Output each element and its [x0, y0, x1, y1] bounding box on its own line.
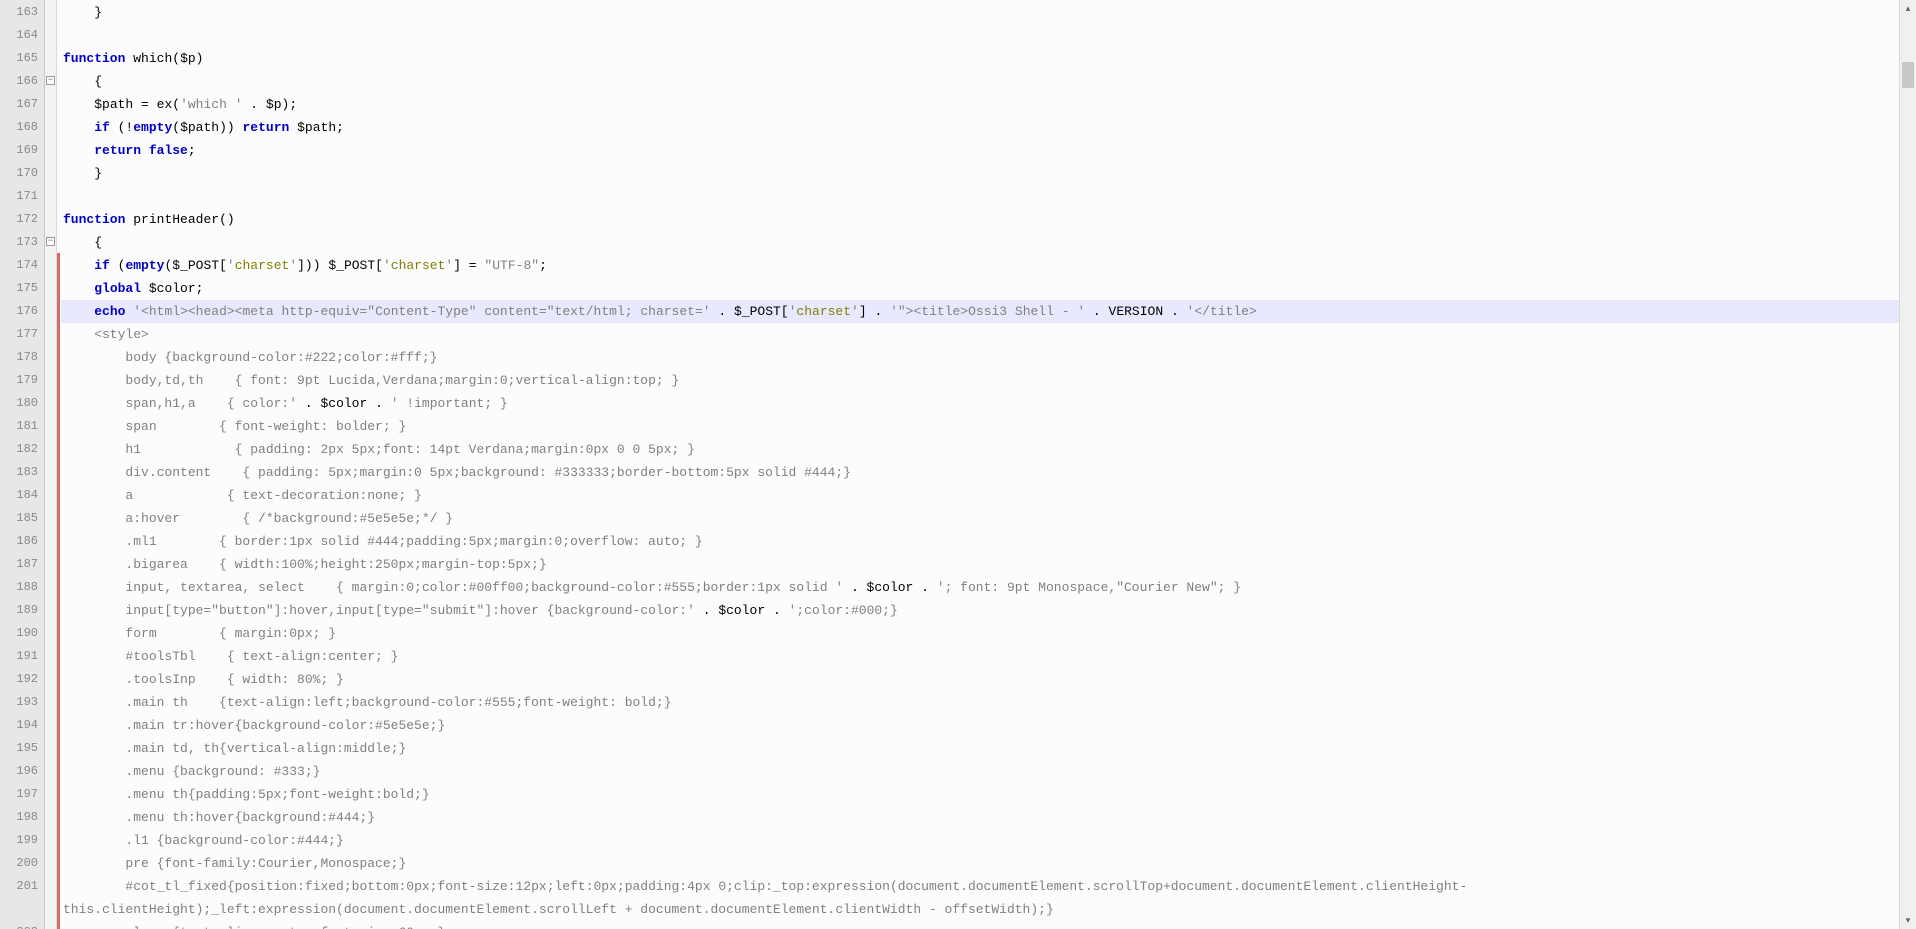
line-number: 168	[0, 116, 44, 139]
line-number: 184	[0, 484, 44, 507]
code-line[interactable]: function printHeader()	[61, 208, 1899, 231]
code-line[interactable]: .menu th:hover{background:#444;}	[61, 806, 1899, 829]
line-number: 198	[0, 806, 44, 829]
code-line[interactable]: .l1 {background-color:#444;}	[61, 829, 1899, 852]
code-line[interactable]: .ml1 { border:1px solid #444;padding:5px…	[61, 530, 1899, 553]
code-line[interactable]: .menu {background: #333;}	[61, 760, 1899, 783]
code-line[interactable]: }	[61, 1, 1899, 24]
line-number: 164	[0, 24, 44, 47]
line-number: 179	[0, 369, 44, 392]
line-number: 201	[0, 875, 44, 921]
line-number: 173	[0, 231, 44, 254]
line-number: 197	[0, 783, 44, 806]
code-line[interactable]: input[type="button"]:hover,input[type="s…	[61, 599, 1899, 622]
code-line[interactable]: .menu th{padding:5px;font-weight:bold;}	[61, 783, 1899, 806]
code-line[interactable]: }	[61, 162, 1899, 185]
code-line[interactable]: span { font-weight: bolder; }	[61, 415, 1899, 438]
line-number: 185	[0, 507, 44, 530]
code-content[interactable]: } function which($p) { $path = ex('which …	[61, 0, 1899, 929]
line-number: 196	[0, 760, 44, 783]
change-marker	[57, 253, 60, 929]
line-number: 178	[0, 346, 44, 369]
line-number: 183	[0, 461, 44, 484]
vertical-scrollbar[interactable]: ▴ ▾	[1899, 0, 1916, 929]
scroll-up-button[interactable]: ▴	[1900, 0, 1916, 17]
line-number: 165	[0, 47, 44, 70]
line-number: 175	[0, 277, 44, 300]
line-number: 193	[0, 691, 44, 714]
code-line[interactable]: .toolsInp { width: 80%; }	[61, 668, 1899, 691]
line-number: 170	[0, 162, 44, 185]
code-line[interactable]	[61, 24, 1899, 47]
code-line[interactable]: body,td,th { font: 9pt Lucida,Verdana;ma…	[61, 369, 1899, 392]
line-number: 188	[0, 576, 44, 599]
line-number: 195	[0, 737, 44, 760]
code-line[interactable]: div.content { padding: 5px;margin:0 5px;…	[61, 461, 1899, 484]
code-line[interactable]: .logo {text-align:center;font-size:60px;…	[61, 921, 1899, 929]
line-number: 176	[0, 300, 44, 323]
code-line[interactable]: #cot_tl_fixed{position:fixed;bottom:0px;…	[61, 875, 1899, 921]
code-line[interactable]: {	[61, 70, 1899, 93]
scroll-down-button[interactable]: ▾	[1900, 912, 1916, 929]
fold-column[interactable]: −−	[45, 0, 57, 929]
line-number: 181	[0, 415, 44, 438]
code-line[interactable]: $path = ex('which ' . $p);	[61, 93, 1899, 116]
code-line[interactable]: form { margin:0px; }	[61, 622, 1899, 645]
code-line[interactable]: .main tr:hover{background-color:#5e5e5e;…	[61, 714, 1899, 737]
line-number: 189	[0, 599, 44, 622]
line-number: 169	[0, 139, 44, 162]
code-line[interactable]	[61, 185, 1899, 208]
scroll-thumb[interactable]	[1902, 62, 1914, 88]
line-number: 182	[0, 438, 44, 461]
line-number: 194	[0, 714, 44, 737]
code-line[interactable]: if (empty($_POST['charset'])) $_POST['ch…	[61, 254, 1899, 277]
code-line[interactable]: echo '<html><head><meta http-equiv="Cont…	[61, 300, 1899, 323]
line-number: 190	[0, 622, 44, 645]
line-number: 180	[0, 392, 44, 415]
line-number: 192	[0, 668, 44, 691]
code-line[interactable]: .bigarea { width:100%;height:250px;margi…	[61, 553, 1899, 576]
code-line[interactable]: .main th {text-align:left;background-col…	[61, 691, 1899, 714]
code-line[interactable]: h1 { padding: 2px 5px;font: 14pt Verdana…	[61, 438, 1899, 461]
code-line[interactable]: body {background-color:#222;color:#fff;}	[61, 346, 1899, 369]
code-line[interactable]: if (!empty($path)) return $path;	[61, 116, 1899, 139]
code-line[interactable]: span,h1,a { color:' . $color . ' !import…	[61, 392, 1899, 415]
line-number: 186	[0, 530, 44, 553]
code-line[interactable]: global $color;	[61, 277, 1899, 300]
line-number: 199	[0, 829, 44, 852]
code-line[interactable]: .main td, th{vertical-align:middle;}	[61, 737, 1899, 760]
fold-toggle-icon[interactable]: −	[46, 76, 55, 85]
line-number: 200	[0, 852, 44, 875]
line-number: 191	[0, 645, 44, 668]
line-number: 172	[0, 208, 44, 231]
line-number: 171	[0, 185, 44, 208]
line-number: 202	[0, 921, 44, 929]
fold-toggle-icon[interactable]: −	[46, 237, 55, 246]
code-line[interactable]: input, textarea, select { margin:0;color…	[61, 576, 1899, 599]
line-number: 163	[0, 1, 44, 24]
code-line[interactable]: a { text-decoration:none; }	[61, 484, 1899, 507]
line-number: 177	[0, 323, 44, 346]
line-number: 174	[0, 254, 44, 277]
code-line[interactable]: a:hover { /*background:#5e5e5e;*/ }	[61, 507, 1899, 530]
line-number: 167	[0, 93, 44, 116]
line-number-gutter[interactable]: 1631641651661671681691701711721731741751…	[0, 0, 45, 929]
code-line[interactable]: pre {font-family:Courier,Monospace;}	[61, 852, 1899, 875]
code-editor: 1631641651661671681691701711721731741751…	[0, 0, 1916, 929]
line-number: 166	[0, 70, 44, 93]
code-line[interactable]: #toolsTbl { text-align:center; }	[61, 645, 1899, 668]
code-line[interactable]: return false;	[61, 139, 1899, 162]
line-number: 187	[0, 553, 44, 576]
code-line[interactable]: function which($p)	[61, 47, 1899, 70]
code-line[interactable]: <style>	[61, 323, 1899, 346]
code-line[interactable]: {	[61, 231, 1899, 254]
